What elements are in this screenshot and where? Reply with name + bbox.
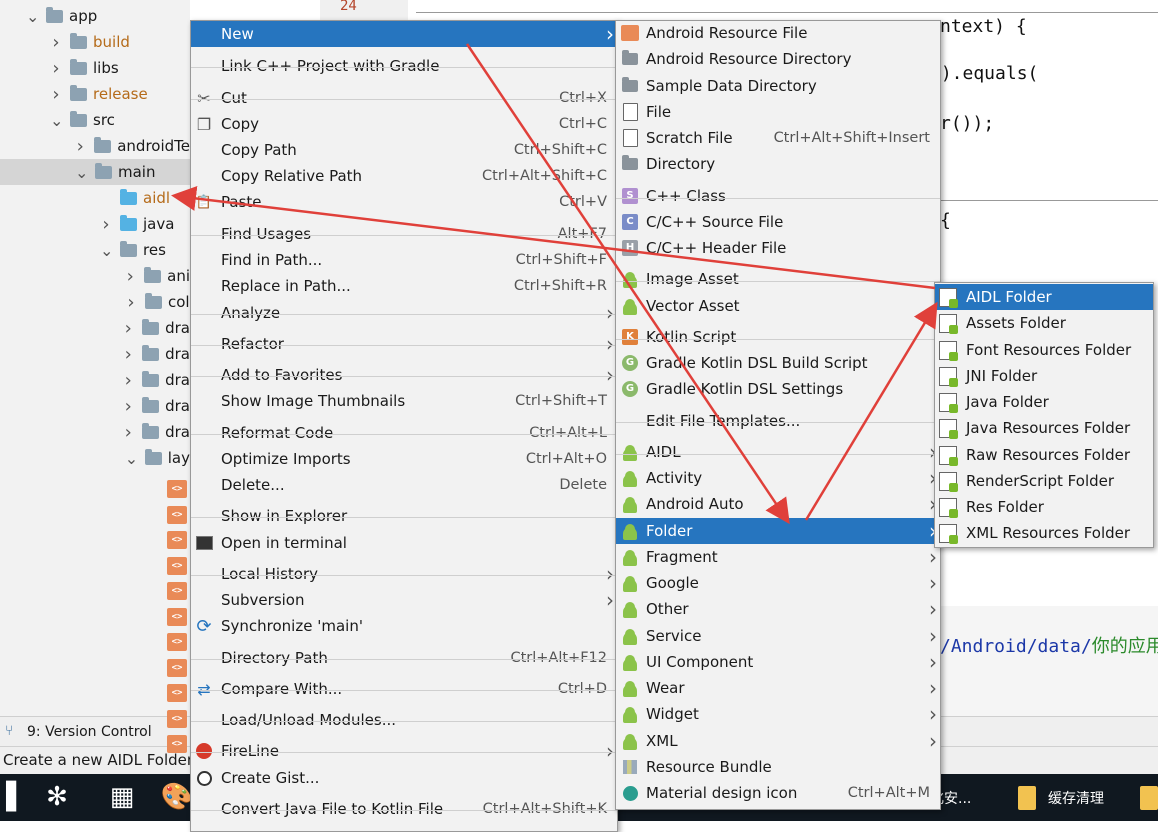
layout-xml-file-icon[interactable]: <> (167, 709, 187, 728)
layout-xml-file-icon[interactable]: <> (167, 658, 187, 677)
layout-xml-file-icon[interactable]: <> (167, 480, 187, 498)
layout-xml-file-icon[interactable]: <> (167, 684, 187, 702)
arrow-line (465, 43, 790, 525)
layout-xml-file-icon[interactable]: <> (167, 633, 187, 651)
arrow-line (171, 185, 936, 290)
layout-xml-file-icon[interactable]: <> (167, 582, 187, 600)
layout-xml-file-icon[interactable]: <> (167, 531, 187, 549)
layout-xml-file-icon[interactable]: <> (167, 505, 187, 524)
layout-xml-file-icon[interactable]: <> (167, 607, 187, 626)
layout-xml-file-icon[interactable]: <> (167, 735, 187, 753)
arrow-line (804, 301, 938, 521)
layout-xml-file-icon[interactable]: <> (167, 556, 187, 575)
